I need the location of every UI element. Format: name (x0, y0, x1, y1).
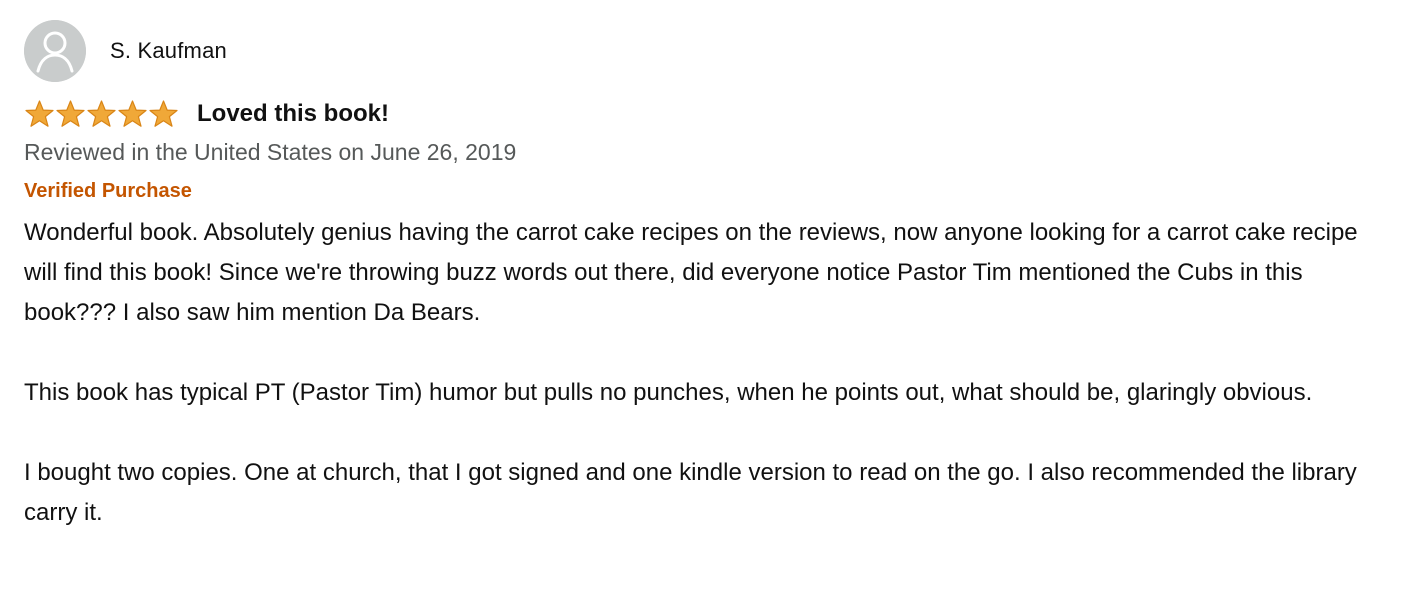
avatar (24, 20, 86, 82)
star-icon (25, 100, 54, 127)
review-paragraph: This book has typical PT (Pastor Tim) hu… (24, 379, 1313, 406)
verified-purchase-badge: Verified Purchase (24, 180, 192, 202)
review-date: Reviewed in the United States on June 26… (24, 139, 517, 165)
default-user-avatar-icon (24, 20, 86, 82)
review-title[interactable]: Loved this book! (197, 102, 389, 126)
review-paragraph: Wonderful book. Absolutely genius having… (24, 219, 1358, 326)
rating-and-title: Loved this book! (24, 99, 1394, 129)
star-icon (118, 100, 147, 127)
review-paragraph: I bought two copies. One at church, that… (24, 459, 1357, 526)
reviewer-name[interactable]: S. Kaufman (110, 40, 227, 62)
star-rating[interactable] (24, 99, 179, 129)
star-icon (87, 100, 116, 127)
customer-review: S. Kaufman Loved this book! Reviewed in … (24, 20, 1394, 533)
reviewer-profile[interactable]: S. Kaufman (24, 20, 1394, 82)
star-icon (56, 100, 85, 127)
review-body: Wonderful book. Absolutely genius having… (24, 213, 1389, 533)
star-icon (149, 100, 178, 127)
